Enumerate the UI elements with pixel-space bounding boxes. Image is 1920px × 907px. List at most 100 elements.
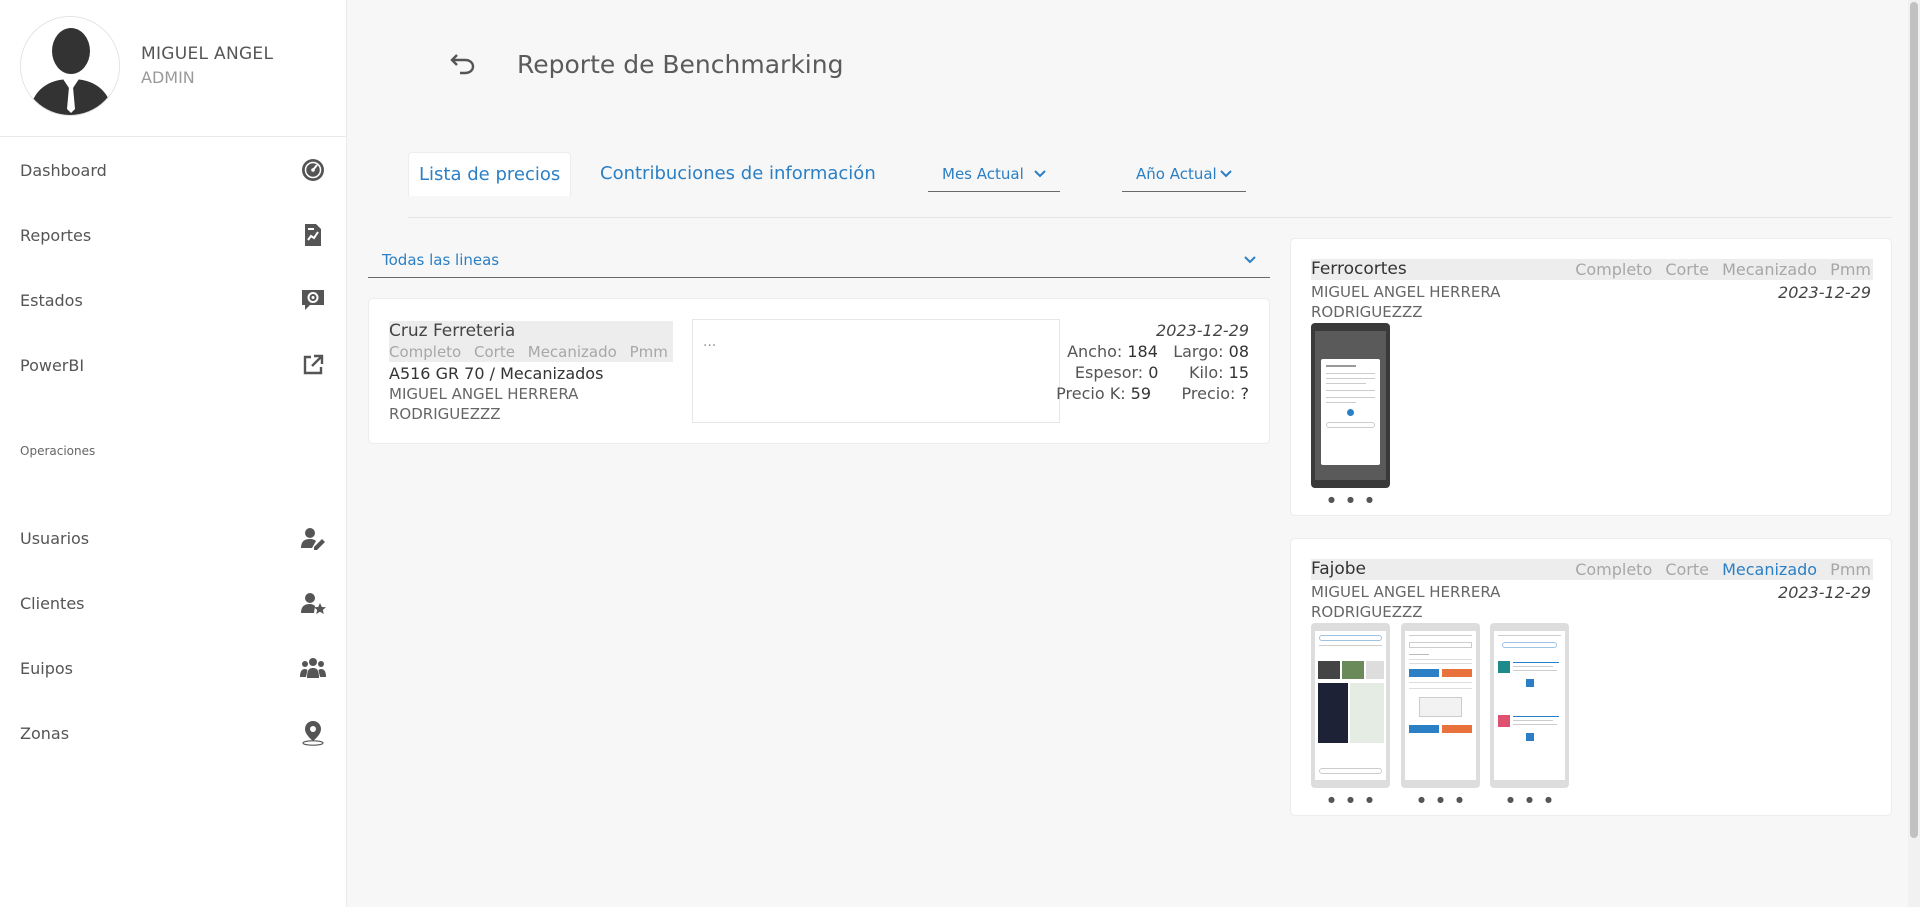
sidebar-item-estados[interactable]: Estados [0, 275, 346, 325]
preciok-value: 59 [1130, 384, 1152, 403]
sidebar-item-label: Dashboard [20, 160, 107, 180]
tag-pmm: Pmm [1830, 560, 1871, 579]
tag-pmm: Pmm [1830, 260, 1871, 279]
user-edit-icon [300, 525, 326, 551]
card-product: A516 GR 70 / Mecanizados [389, 364, 604, 383]
card-company-name: Cruz Ferreteria [389, 321, 673, 342]
tag-completo: Completo [389, 343, 462, 361]
report-icon [300, 222, 326, 248]
espesor-value: 0 [1148, 363, 1159, 382]
card-person-name: MIGUEL ANGEL HERRERA [1311, 283, 1501, 301]
espesor-label: Espesor: [1074, 363, 1144, 382]
tag-corte: Corte [474, 343, 515, 361]
location-pin-icon [300, 720, 326, 746]
price-card-ferrocortes[interactable]: Ferrocortes Completo Corte Mecanizado Pm… [1290, 238, 1892, 516]
carousel-dots[interactable]: ● ● ● [1311, 495, 1390, 504]
month-select-value: Mes Actual [942, 164, 1024, 183]
tag-completo: Completo [1575, 260, 1653, 279]
month-select[interactable]: Mes Actual [928, 156, 1060, 192]
user-silhouette-icon [21, 17, 119, 115]
precio-value: ? [1240, 384, 1250, 403]
tab-contribuciones[interactable]: Contribuciones de información [600, 152, 876, 196]
tag-pmm: Pmm [629, 343, 668, 361]
tag-completo: Completo [1575, 560, 1653, 579]
card-date: 2023-12-29 [1156, 321, 1249, 340]
year-select-value: Año Actual [1136, 164, 1217, 183]
card-note: ... [692, 319, 1060, 423]
sidebar-item-label: Zonas [20, 723, 70, 743]
card-company-name: Fajobe [1311, 559, 1367, 579]
kilo-label: Kilo: [1188, 363, 1224, 382]
year-select[interactable]: Año Actual [1122, 156, 1246, 192]
tag-corte: Corte [1665, 560, 1709, 579]
sidebar-item-label: Estados [20, 290, 83, 310]
scrollbar-thumb[interactable] [1910, 2, 1918, 838]
sidebar-item-label: PowerBI [20, 355, 85, 375]
screenshot-thumbnail[interactable] [1311, 623, 1390, 788]
sidebar-item-powerbi[interactable]: PowerBI [0, 340, 346, 390]
sidebar-item-label: Reportes [20, 225, 92, 245]
tag-mecanizado: Mecanizado [527, 343, 617, 361]
ancho-value: 184 [1127, 342, 1158, 361]
card-date: 2023-12-29 [1778, 583, 1871, 602]
tab-lista-de-precios[interactable]: Lista de precios [408, 152, 572, 196]
sidebar-item-label: Usuarios [20, 528, 90, 548]
card-tags: Completo Corte Mecanizado Pmm [1575, 559, 1871, 580]
sidebar-item-dashboard[interactable]: Dashboard [0, 145, 346, 195]
card-tags: Completo Corte Mecanizado Pmm [389, 342, 673, 362]
price-card-cruz-ferreteria[interactable]: Cruz Ferreteria Completo Corte Mecanizad… [368, 298, 1270, 444]
group-icon [300, 655, 326, 681]
sidebar-item-label: Euipos [20, 658, 73, 678]
avatar [20, 16, 120, 116]
card-person-surname: RODRIGUEZZZ [1311, 603, 1423, 621]
sidebar: MIGUEL ANGEL ADMIN Dashboard Reportes Es… [0, 0, 347, 907]
card-measures: Ancho: 184 Largo: 08 Espesor: 0 Kilo: 15… [1056, 341, 1249, 404]
card-date: 2023-12-29 [1778, 283, 1871, 302]
section-title-operaciones: Operaciones [20, 444, 96, 458]
card-person-name: MIGUEL ANGEL HERRERA [389, 385, 579, 403]
screenshot-thumbnail[interactable] [1311, 323, 1390, 488]
sidebar-item-usuarios[interactable]: Usuarios [0, 513, 346, 563]
tabs-bar: Lista de precios Contribuciones de infor… [408, 152, 1892, 218]
lines-select-value: Todas las lineas [382, 250, 500, 269]
largo-label: Largo: [1173, 342, 1224, 361]
user-role: ADMIN [141, 68, 195, 87]
carousel-dots[interactable]: ● ● ● [1311, 795, 1390, 804]
back-button[interactable] [448, 48, 478, 78]
card-person-surname: RODRIGUEZZZ [1311, 303, 1423, 321]
screenshot-thumbnail[interactable] [1490, 623, 1569, 788]
tag-mecanizado: Mecanizado [1722, 260, 1818, 279]
tag-mecanizado-active: Mecanizado [1722, 560, 1818, 579]
sidebar-item-euipos[interactable]: Euipos [0, 643, 346, 693]
ancho-label: Ancho: [1067, 342, 1123, 361]
carousel-dots[interactable]: ● ● ● [1401, 795, 1480, 804]
external-link-icon [300, 352, 326, 378]
carousel-dots[interactable]: ● ● ● [1490, 795, 1569, 804]
undo-icon [450, 54, 475, 75]
sidebar-item-zonas[interactable]: Zonas [0, 708, 346, 758]
largo-value: 08 [1228, 342, 1249, 361]
user-profile: MIGUEL ANGEL ADMIN [0, 0, 346, 137]
price-card-fajobe[interactable]: Fajobe Completo Corte Mecanizado Pmm MIG… [1290, 538, 1892, 816]
sidebar-item-label: Clientes [20, 593, 85, 613]
user-star-icon [300, 590, 326, 616]
vertical-scrollbar[interactable] [1908, 0, 1920, 907]
tag-corte: Corte [1665, 260, 1709, 279]
lines-select[interactable]: Todas las lineas [368, 242, 1270, 278]
chat-gear-icon [300, 287, 326, 313]
card-person-name: MIGUEL ANGEL HERRERA [1311, 583, 1501, 601]
sidebar-item-reportes[interactable]: Reportes [0, 210, 346, 260]
gauge-icon [300, 157, 326, 183]
chevron-down-icon [1244, 255, 1256, 263]
card-person-surname: RODRIGUEZZZ [389, 405, 501, 423]
sidebar-item-clientes[interactable]: Clientes [0, 578, 346, 628]
card-tags: Completo Corte Mecanizado Pmm [1575, 259, 1871, 280]
card-company-name: Ferrocortes [1311, 259, 1407, 279]
user-name: MIGUEL ANGEL [141, 44, 274, 64]
main-content: Reporte de Benchmarking Lista de precios… [348, 0, 1908, 907]
chevron-down-icon [1034, 169, 1046, 177]
screenshot-thumbnail[interactable] [1401, 623, 1480, 788]
kilo-value: 15 [1228, 363, 1249, 382]
chevron-down-icon [1220, 169, 1232, 177]
precio-label: Precio: [1181, 384, 1236, 403]
